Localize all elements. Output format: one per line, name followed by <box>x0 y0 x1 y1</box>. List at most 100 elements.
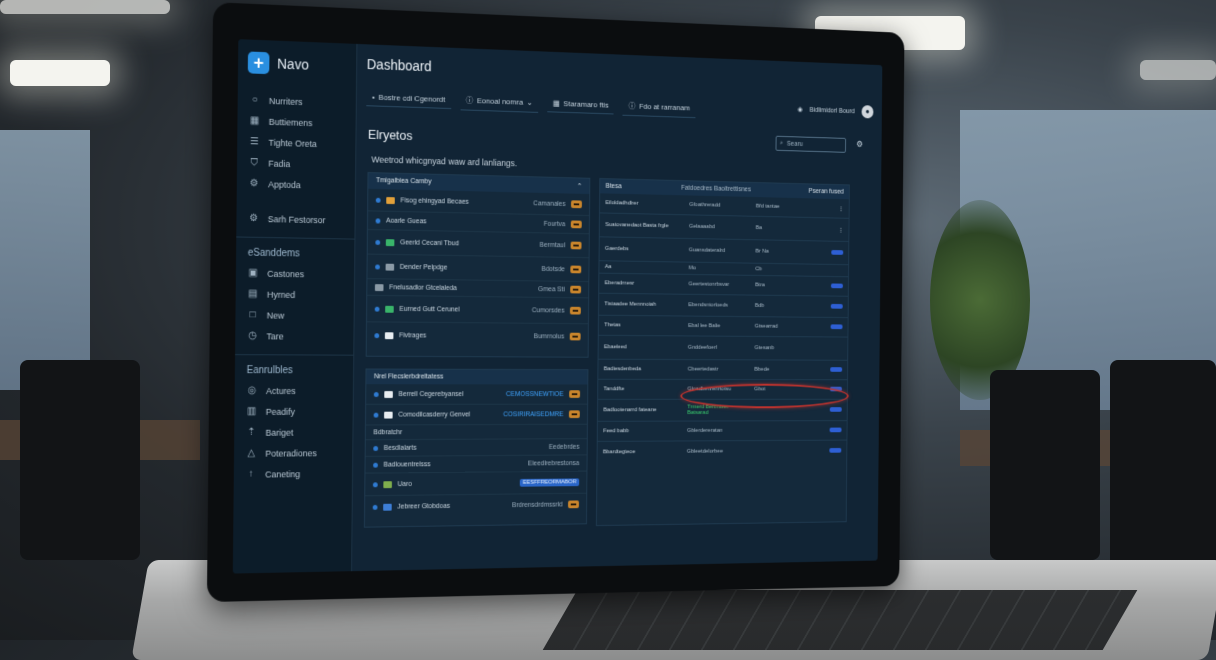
cell: Bfd tantae <box>756 204 791 210</box>
sidebar-item-tare[interactable]: ◷ Tare <box>235 325 353 347</box>
tab-label: Staramaro ftis <box>563 99 608 109</box>
table-tab-1[interactable]: Btesa <box>606 183 622 190</box>
cell: Tanddfte <box>604 386 683 392</box>
row-menu-icon[interactable]: ⋮ <box>796 204 844 212</box>
tab-4[interactable]: ⓘFdo at rarranam <box>623 97 696 118</box>
brand[interactable]: + Navo <box>238 39 357 93</box>
sidebar-item-label: Actures <box>266 386 296 396</box>
tab-2[interactable]: ⓘEonoal nomra⌄ <box>460 91 538 113</box>
status-pill-wrap <box>795 324 843 331</box>
status-pill-wrap <box>794 367 842 374</box>
status-badge: ▬ <box>571 220 582 228</box>
status-badge: EESFFREORMABOR <box>520 478 579 486</box>
row-menu-icon[interactable]: ⋮ <box>795 226 843 233</box>
status-badge: ▬ <box>569 410 580 418</box>
cell: Bbede <box>754 367 789 373</box>
list-item[interactable]: Berrell CegerebyanselCEMOSSNEWTIOE▬ <box>366 384 587 405</box>
list-item[interactable]: Dender PelpdgeBdotsde▬ <box>367 255 588 283</box>
list-item-meta: Fourtva <box>544 220 566 227</box>
table-row[interactable]: ThetasEbal lee BalieGtsearrad <box>599 316 848 338</box>
sidebar-item-caneting[interactable]: ↑Caneting <box>234 463 352 485</box>
circle-icon: ◎ <box>246 385 257 396</box>
status-dot <box>374 412 379 417</box>
status-dot <box>376 218 381 223</box>
list-item-name: Berrell Cegerebyansel <box>398 391 500 398</box>
sidebar-item-fadia[interactable]: ⛉Fadia <box>237 152 355 176</box>
sidebar: + Navo ○Nurriters ▦Buttiemens ☰Tighte Or… <box>233 39 358 573</box>
status-pill <box>831 283 843 288</box>
chair <box>990 370 1100 560</box>
app-name: Navo <box>277 56 309 73</box>
list-item[interactable]: BesdlalartsEedebrdes <box>366 439 587 457</box>
status-pill <box>829 448 841 453</box>
table-action[interactable]: Pseran fused <box>809 188 844 195</box>
table-row[interactable]: Feed babbGblerdereratan <box>598 421 847 442</box>
cell: Badlootenarrd fateane <box>603 407 682 413</box>
triangle-icon: △ <box>246 448 257 459</box>
search-input[interactable]: ⌕ Searu <box>776 136 846 153</box>
sidebar-item-settings[interactable]: ⚙Sarh Festorsor <box>236 208 354 231</box>
sidebar-item-actures[interactable]: ◎ Actures <box>235 380 353 401</box>
list-item[interactable]: Jebreer GtobdoasBrdrensdrdmssrld▬ <box>365 494 586 518</box>
status-dot <box>373 504 378 509</box>
list-item-name: Uaro <box>398 480 515 488</box>
avatar[interactable]: ● <box>862 105 874 118</box>
table-row[interactable]: BbardtegteoeGbleetdelorbee <box>597 441 846 463</box>
dot-icon: • <box>372 93 375 102</box>
table-tab-2[interactable]: Fatdoedres Baoltrettisnes <box>681 185 751 193</box>
list-item-link[interactable]: CEMOSSNEWTIOE <box>506 391 564 398</box>
folder-icon <box>386 197 395 204</box>
gear-icon: ⚙ <box>248 213 259 224</box>
list-item[interactable]: Geerld Cecani TbudBermtaul▬ <box>368 230 589 258</box>
cell: Cbeertedastr <box>688 367 749 373</box>
grid-icon: ▦ <box>249 115 260 126</box>
sidebar-item-apptoda[interactable]: ⚙Apptoda <box>237 173 355 197</box>
user-label[interactable]: Bidlimidorl Bourd <box>810 107 855 115</box>
list-item[interactable]: Badlouentrelsss Eleedlrebrestonsa <box>365 455 586 473</box>
arrow-up-icon: ↑ <box>246 469 257 480</box>
list-item[interactable]: Eurned Gutt CerunelCumorsdes▬ <box>367 296 588 324</box>
laptop-screen: + Navo ○Nurriters ▦Buttiemens ☰Tighte Or… <box>207 2 905 602</box>
list-item[interactable]: Uaro EESFFREORMABOR <box>365 472 586 497</box>
list-item-name: Geerld Cecani Tbud <box>400 239 534 248</box>
bell-icon[interactable]: ◉ <box>797 106 802 114</box>
list-item[interactable]: Comodilcasderry GenvelCOSIRIRAISEDMRE▬ <box>366 405 587 426</box>
sidebar-item-bariget[interactable]: ⇡Bariget <box>234 422 352 443</box>
list-item-meta: Bdotsde <box>541 266 565 273</box>
empty-cell <box>795 270 843 271</box>
main-content: Dashboard •Bostre cdi Cgenordt ⓘEonoal n… <box>352 44 882 571</box>
list-item[interactable]: Bdbratchr <box>366 425 587 440</box>
sidebar-item-castones[interactable]: ▣Castones <box>236 262 354 284</box>
status-pill <box>830 407 842 412</box>
sidebar-item-label: Buttiemens <box>269 116 313 127</box>
settings-icon[interactable]: ⚙ <box>856 139 863 149</box>
table-row[interactable]: BadiesdenbedaCbeertedastrBbede <box>598 360 847 381</box>
cell: Guansdateralrd <box>689 247 750 254</box>
sidebar-item-label: New <box>267 310 285 320</box>
chevron-up-icon[interactable]: ⌃ <box>577 182 582 190</box>
list-item-name: Badlouentrelsss <box>384 460 523 468</box>
cell: Ebaeleed <box>604 344 683 350</box>
list-item[interactable]: FlvtragesBumrnolus▬ <box>367 322 588 349</box>
sidebar-section-heading: eSanddems <box>236 236 354 264</box>
sidebar-item-new[interactable]: □New <box>235 304 353 326</box>
clock-icon: ◷ <box>247 330 258 341</box>
table-row[interactable]: EbaeleedGnddeefoerlGtesanb <box>598 336 847 361</box>
tab-3[interactable]: ▦Staramaro ftis <box>547 95 614 115</box>
cell: Gfoathreradd <box>689 202 750 209</box>
sidebar-item-peadify[interactable]: ▥Peadify <box>234 401 352 422</box>
status-pill-wrap <box>795 303 843 310</box>
cell: Gtesanb <box>755 345 790 351</box>
sidebar-item-poteradiones[interactable]: △Poteradiones <box>234 442 352 464</box>
status-dot <box>375 306 380 311</box>
list-item-link[interactable]: COSIRIRAISEDMRE <box>503 411 563 418</box>
image-icon: ▤ <box>247 288 258 299</box>
tab-1[interactable]: •Bostre cdi Cgenordt <box>366 89 451 109</box>
table-row[interactable]: Tistaadee MennnoiahEbendsntorloedsBdb <box>599 294 848 318</box>
status-dot <box>374 333 379 338</box>
sidebar-item-hyrned[interactable]: ▤Hyrned <box>236 283 354 305</box>
list-item-meta: Camanales <box>533 200 565 207</box>
list-item-meta: Eleedlrebrestonsa <box>528 460 580 467</box>
sidebar-item-label: Tare <box>267 331 284 341</box>
list-item-name: Jebreer Gtobdoas <box>397 502 506 510</box>
